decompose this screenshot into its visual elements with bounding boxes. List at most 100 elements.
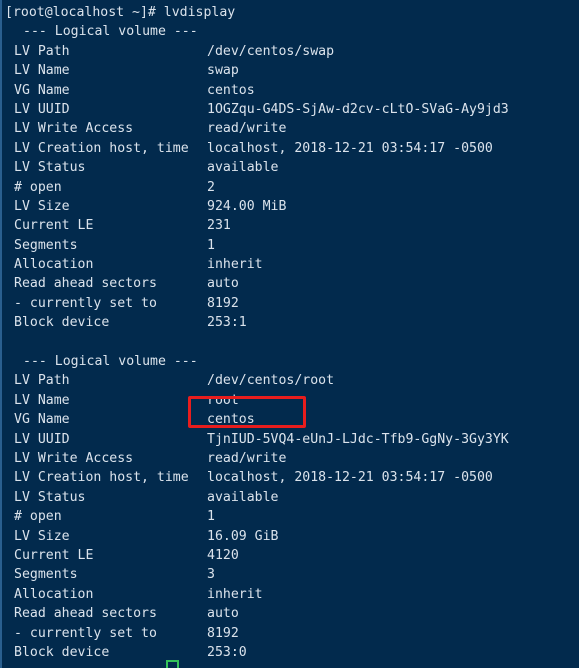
terminal-window[interactable]: [root@localhost ~]# lvdisplay --- Logica… [0, 0, 579, 668]
segments-row: Segments 3 [0, 565, 579, 584]
block-device-row: Block device 253:0 [0, 643, 579, 662]
block-device-value: 253:1 [207, 315, 247, 331]
lv-path-value: /dev/centos/root [207, 373, 335, 389]
lv-status-value: available [207, 489, 279, 505]
lv-creation-row: LV Creation host, time localhost, 2018-1… [0, 139, 579, 158]
lv-size-value: 16.09 GiB [207, 528, 279, 544]
lv-uuid-row: LV UUID 1OGZqu-G4DS-SjAw-d2cv-cLtO-SVaG-… [0, 100, 579, 119]
block-header: --- Logical volume --- [0, 352, 579, 371]
segments-label: Segments [14, 237, 78, 253]
allocation-row: Allocation inherit [0, 585, 579, 604]
lv-creation-label: LV Creation host, time [14, 470, 189, 486]
open-count-row: # open 1 [0, 507, 579, 526]
current-le-row: Current LE 4120 [0, 546, 579, 565]
lv-status-label: LV Status [14, 160, 86, 176]
lv-uuid-value: TjnIUD-5VQ4-eUnJ-LJdc-Tfb9-GgNy-3Gy3YK [207, 431, 509, 447]
read-ahead-sectors-label: Read ahead sectors [14, 606, 157, 622]
lv-write-access-row: LV Write Access read/write [0, 119, 579, 138]
segments-row: Segments 1 [0, 236, 579, 255]
open-count-label: # open [14, 509, 62, 525]
block-device-label: Block device [14, 644, 110, 660]
segments-value: 3 [207, 567, 215, 583]
lv-size-row: LV Size 924.00 MiB [0, 197, 579, 216]
read-ahead-sectors-row: Read ahead sectors auto [0, 274, 579, 293]
lv-path-row: LV Path /dev/centos/swap [0, 42, 579, 61]
lv-uuid-row: LV UUID TjnIUD-5VQ4-eUnJ-LJdc-Tfb9-GgNy-… [0, 430, 579, 449]
lv-path-label: LV Path [14, 43, 70, 59]
lv-size-label: LV Size [14, 198, 70, 214]
command-prompt-line: [root@localhost ~]# lvdisplay [0, 3, 579, 22]
allocation-label: Allocation [14, 257, 94, 273]
read-ahead-sectors-value: auto [207, 606, 239, 622]
lv-name-row: LV Name swap [0, 61, 579, 80]
open-count-label: # open [14, 179, 62, 195]
read-ahead-sectors-label: Read ahead sectors [14, 276, 157, 292]
lv-status-label: LV Status [14, 489, 86, 505]
segments-value: 1 [207, 237, 215, 253]
lv-write-access-label: LV Write Access [14, 121, 134, 137]
blank-separator-line [0, 333, 579, 352]
open-count-value: 2 [207, 179, 215, 195]
block-header-text: --- Logical volume --- [23, 354, 198, 370]
lv-size-row: LV Size 16.09 GiB [0, 527, 579, 546]
segments-label: Segments [14, 567, 78, 583]
terminal-screen[interactable]: [root@localhost ~]# lvdisplay --- Logica… [0, 0, 579, 662]
current-le-label: Current LE [14, 547, 94, 563]
currently-set-to-row: - currently set to 8192 [0, 624, 579, 643]
lv-name-label: LV Name [14, 63, 70, 79]
lv-name-value: swap [207, 63, 239, 79]
lv-path-value: /dev/centos/swap [207, 43, 335, 59]
allocation-value: inherit [207, 257, 263, 273]
read-ahead-sectors-value: auto [207, 276, 239, 292]
lv-creation-value: localhost, 2018-12-21 03:54:17 -0500 [207, 470, 493, 486]
lv-size-label: LV Size [14, 528, 70, 544]
current-le-value: 4120 [207, 547, 239, 563]
lv-name-row: LV Name root [0, 391, 579, 410]
block-header: --- Logical volume --- [0, 22, 579, 41]
lv-name-value: root [207, 392, 239, 408]
block-device-value: 253:0 [207, 644, 247, 660]
lv-creation-value: localhost, 2018-12-21 03:54:17 -0500 [207, 140, 493, 156]
block-device-label: Block device [14, 315, 110, 331]
vg-name-label: VG Name [14, 82, 70, 98]
vg-name-row-highlighted: VG Name centos [0, 410, 579, 429]
lv-status-row: LV Status available [0, 488, 579, 507]
open-count-row: # open 2 [0, 178, 579, 197]
currently-set-to-label: - currently set to [14, 295, 157, 311]
currently-set-to-value: 8192 [207, 625, 239, 641]
lv-uuid-label: LV UUID [14, 101, 70, 117]
allocation-row: Allocation inherit [0, 255, 579, 274]
lv-write-access-value: read/write [207, 121, 287, 137]
vg-name-row: VG Name centos [0, 81, 579, 100]
lv-status-value: available [207, 160, 279, 176]
lv-uuid-label: LV UUID [14, 431, 70, 447]
lv-write-access-label: LV Write Access [14, 450, 134, 466]
lv-write-access-value: read/write [207, 450, 287, 466]
lv-status-row: LV Status available [0, 158, 579, 177]
current-le-value: 231 [207, 218, 231, 234]
currently-set-to-label: - currently set to [14, 625, 157, 641]
lv-name-label: LV Name [14, 392, 70, 408]
allocation-label: Allocation [14, 586, 94, 602]
terminal-cursor [166, 660, 179, 668]
lv-size-value: 924.00 MiB [207, 198, 287, 214]
currently-set-to-row: - currently set to 8192 [0, 294, 579, 313]
allocation-value: inherit [207, 586, 263, 602]
vg-name-value: centos [207, 82, 255, 98]
block-device-row: Block device 253:1 [0, 313, 579, 332]
block-header-text: --- Logical volume --- [23, 24, 198, 40]
lv-creation-label: LV Creation host, time [14, 140, 189, 156]
current-le-row: Current LE 231 [0, 216, 579, 235]
read-ahead-sectors-row: Read ahead sectors auto [0, 604, 579, 623]
vg-name-value: centos [207, 412, 255, 428]
lv-path-label: LV Path [14, 373, 70, 389]
current-le-label: Current LE [14, 218, 94, 234]
currently-set-to-value: 8192 [207, 295, 239, 311]
open-count-value: 1 [207, 509, 215, 525]
vg-name-label: VG Name [14, 412, 70, 428]
lv-uuid-value: 1OGZqu-G4DS-SjAw-d2cv-cLtO-SVaG-Ay9jd3 [207, 101, 509, 117]
prompt-text: [root@localhost ~]# lvdisplay [5, 5, 236, 20]
lv-creation-row: LV Creation host, time localhost, 2018-1… [0, 468, 579, 487]
lv-write-access-row: LV Write Access read/write [0, 449, 579, 468]
lv-path-row: LV Path /dev/centos/root [0, 371, 579, 390]
